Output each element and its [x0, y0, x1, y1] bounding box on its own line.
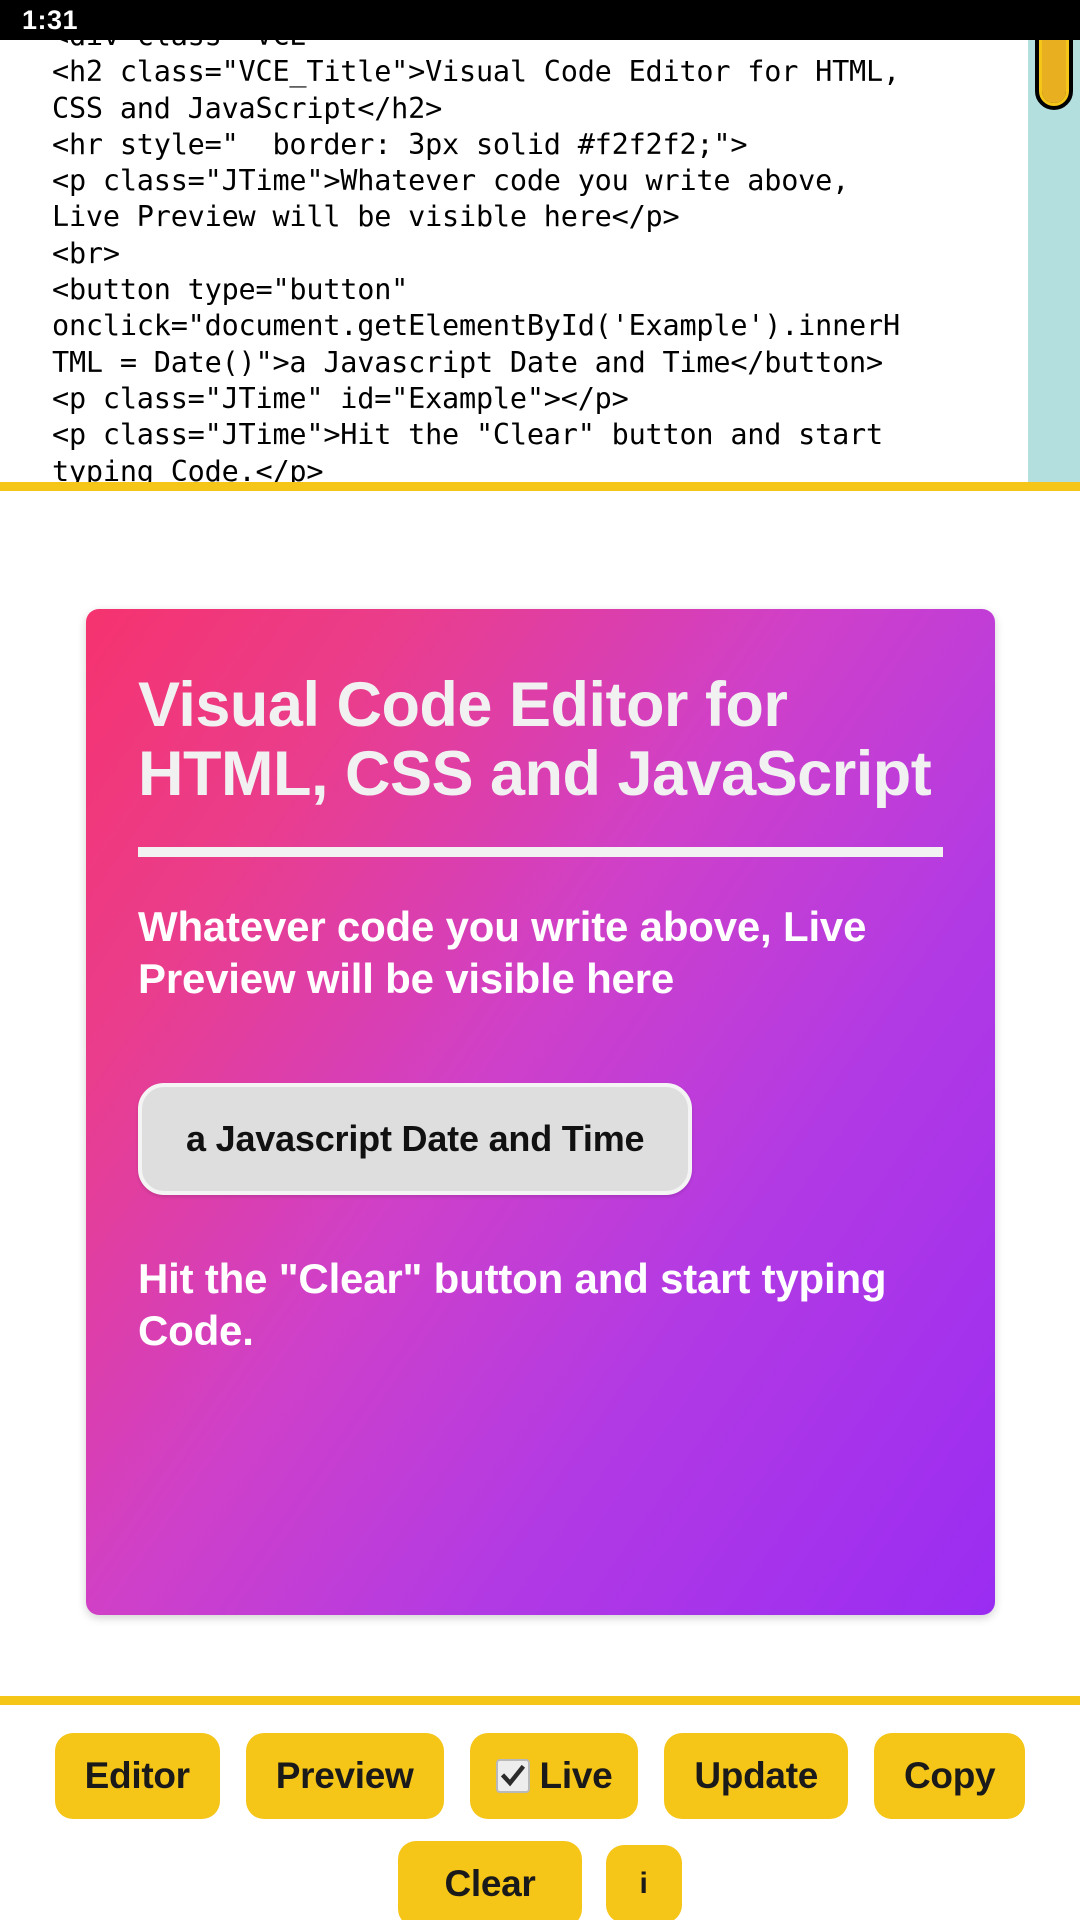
checkmark-icon[interactable]	[495, 1759, 530, 1793]
editor-scrollbar[interactable]	[1028, 40, 1080, 482]
preview-paragraph-2: Hit the "Clear" button and start typing …	[138, 1255, 887, 1354]
editor-button-label: Editor	[84, 1755, 190, 1796]
code-line: typing Code.</p>	[52, 454, 324, 482]
clear-button-label: Clear	[444, 1863, 536, 1904]
code-line: <p class="JTime">Hit the "Clear" button …	[52, 418, 883, 452]
info-button[interactable]: i	[605, 1845, 682, 1920]
editor-divider	[0, 482, 1080, 491]
javascript-date-button[interactable]: a Javascript Date and Time	[138, 1083, 693, 1195]
live-preview-pane[interactable]: Visual Code Editor for HTML, CSS and Jav…	[0, 491, 1080, 1696]
status-bar-clock: 1:31	[22, 4, 79, 35]
preview-line-break	[138, 1005, 943, 1039]
bottom-toolbar: Editor Preview Live Update Copy Clear i	[0, 1705, 1080, 1920]
code-line: <button type="button"	[52, 273, 409, 307]
toolbar-row-primary: Editor Preview Live Update Copy	[0, 1733, 1080, 1819]
code-line: CSS and JavaScript</h2>	[52, 91, 443, 125]
code-editor-pane[interactable]: <div class="VCE" <h2 class="VCE_Title">V…	[0, 40, 1080, 482]
toolbar-row-secondary: Clear i	[0, 1841, 1080, 1920]
editor-button[interactable]: Editor	[54, 1733, 220, 1819]
preview-button-label: Preview	[275, 1755, 414, 1796]
code-line: <hr style=" border: 3px solid #f2f2f2;">	[52, 127, 748, 161]
clear-button[interactable]: Clear	[398, 1841, 582, 1920]
code-line: <div class="VCE"	[52, 40, 1007, 54]
update-button-label: Update	[694, 1755, 818, 1796]
code-line: <h2 class="VCE_Title">Visual Code Editor…	[52, 55, 900, 89]
copy-button-label: Copy	[904, 1755, 996, 1796]
info-icon: i	[639, 1867, 648, 1900]
code-textarea[interactable]: <div class="VCE" <h2 class="VCE_Title">V…	[0, 40, 1021, 482]
code-line: <p class="JTime">Whatever code you write…	[52, 164, 850, 198]
live-toggle-label: Live	[539, 1755, 613, 1796]
code-line: <br>	[52, 236, 120, 270]
status-bar: 1:31	[0, 0, 1080, 40]
code-line: Live Preview will be visible here</p>	[52, 200, 680, 234]
preview-card: Visual Code Editor for HTML, CSS and Jav…	[86, 609, 995, 1615]
update-button[interactable]: Update	[664, 1733, 848, 1819]
preview-button[interactable]: Preview	[245, 1733, 444, 1819]
code-line: onclick="document.getElementById('Exampl…	[52, 309, 900, 343]
preview-divider	[138, 847, 943, 857]
code-line: TML = Date()">a Javascript Date and Time…	[52, 345, 883, 379]
preview-title: Visual Code Editor for HTML, CSS and Jav…	[138, 670, 932, 809]
live-toggle-button[interactable]: Live	[469, 1733, 639, 1819]
editor-scrollbar-thumb[interactable]	[1035, 40, 1073, 110]
code-line: <p class="JTime" id="Example"></p>	[52, 381, 629, 415]
preview-paragraph-1: Whatever code you write above, Live Prev…	[138, 903, 867, 1002]
copy-button[interactable]: Copy	[874, 1733, 1026, 1819]
toolbar-divider	[0, 1696, 1080, 1705]
